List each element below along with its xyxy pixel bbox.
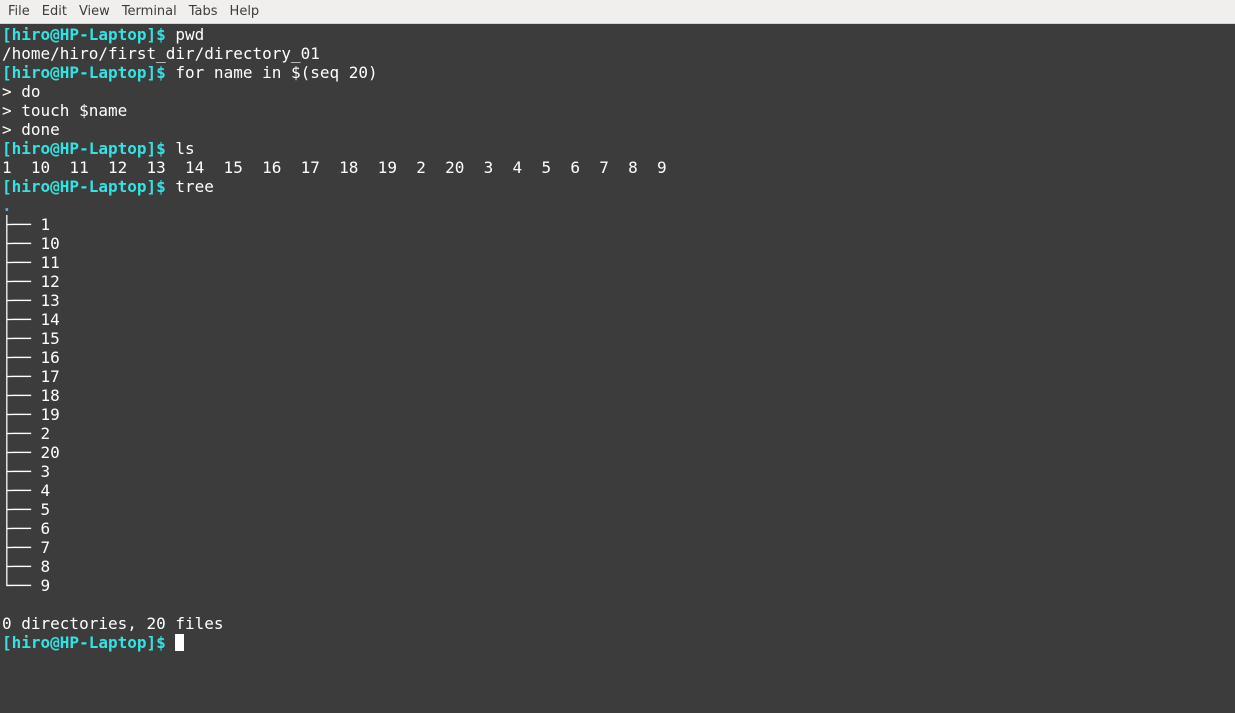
output-line: ├── 8 — [2, 557, 51, 576]
shell-prompt: [hiro@HP-Laptop]$ — [2, 25, 166, 44]
output-line: └── 9 — [2, 576, 51, 595]
shell-prompt: [hiro@HP-Laptop]$ — [2, 633, 166, 652]
terminal-output[interactable]: [hiro@HP-Laptop]$ pwd/home/hiro/first_di… — [0, 25, 1235, 713]
output-line: ├── 16 — [2, 348, 60, 367]
output-line: ├── 11 — [2, 253, 60, 272]
menu-terminal[interactable]: Terminal — [116, 1, 183, 23]
menu-file[interactable]: File — [2, 1, 36, 23]
output-line: ├── 15 — [2, 329, 60, 348]
shell-prompt: [hiro@HP-Laptop]$ — [2, 139, 166, 158]
menu-edit[interactable]: Edit — [36, 1, 73, 23]
output-line: ├── 1 — [2, 215, 51, 234]
shell-prompt: [hiro@HP-Laptop]$ — [2, 63, 166, 82]
output-line: > done — [2, 120, 60, 139]
command-line: [hiro@HP-Laptop]$ for name in $(seq 20) — [2, 63, 1235, 82]
menu-view[interactable]: View — [73, 1, 116, 23]
tree-root-line: . — [2, 196, 1235, 215]
menu-help[interactable]: Help — [224, 1, 266, 23]
command-text — [166, 633, 176, 652]
output-line: ├── 2 — [2, 424, 51, 443]
menu-tabs[interactable]: Tabs — [183, 1, 224, 23]
output-line: /home/hiro/first_dir/directory_01 — [2, 44, 320, 63]
command-line: [hiro@HP-Laptop]$ pwd — [2, 25, 1235, 44]
command-line: [hiro@HP-Laptop]$ ls — [2, 139, 1235, 158]
output-line: ├── 6 — [2, 519, 51, 538]
output-line: 0 directories, 20 files — [2, 614, 224, 633]
output-line: ├── 4 — [2, 481, 51, 500]
output-line: ├── 17 — [2, 367, 60, 386]
output-line: 1 10 11 12 13 14 15 16 17 18 19 2 20 3 4… — [2, 158, 667, 177]
command-text: for name in $(seq 20) — [165, 63, 378, 82]
output-line: ├── 3 — [2, 462, 51, 481]
output-line: > touch $name — [2, 101, 128, 120]
output-line: ├── 10 — [2, 234, 60, 253]
text-cursor[interactable] — [175, 634, 185, 651]
output-line: > do — [2, 82, 41, 101]
output-line: ├── 12 — [2, 272, 60, 291]
output-line: ├── 13 — [2, 291, 60, 310]
output-line: ├── 19 — [2, 405, 60, 424]
tree-root: . — [2, 196, 12, 215]
output-line: ├── 14 — [2, 310, 60, 329]
output-line: ├── 7 — [2, 538, 51, 557]
command-text: pwd — [165, 25, 205, 44]
command-text: tree — [165, 177, 214, 196]
shell-prompt: [hiro@HP-Laptop]$ — [2, 177, 166, 196]
menu-bar: File Edit View Terminal Tabs Help — [0, 0, 1235, 24]
output-line: ├── 20 — [2, 443, 60, 462]
command-text: ls — [165, 139, 195, 158]
output-line: ├── 18 — [2, 386, 60, 405]
current-prompt-line: [hiro@HP-Laptop]$ — [2, 633, 1235, 652]
output-line: ├── 5 — [2, 500, 51, 519]
command-line: [hiro@HP-Laptop]$ tree — [2, 177, 1235, 196]
